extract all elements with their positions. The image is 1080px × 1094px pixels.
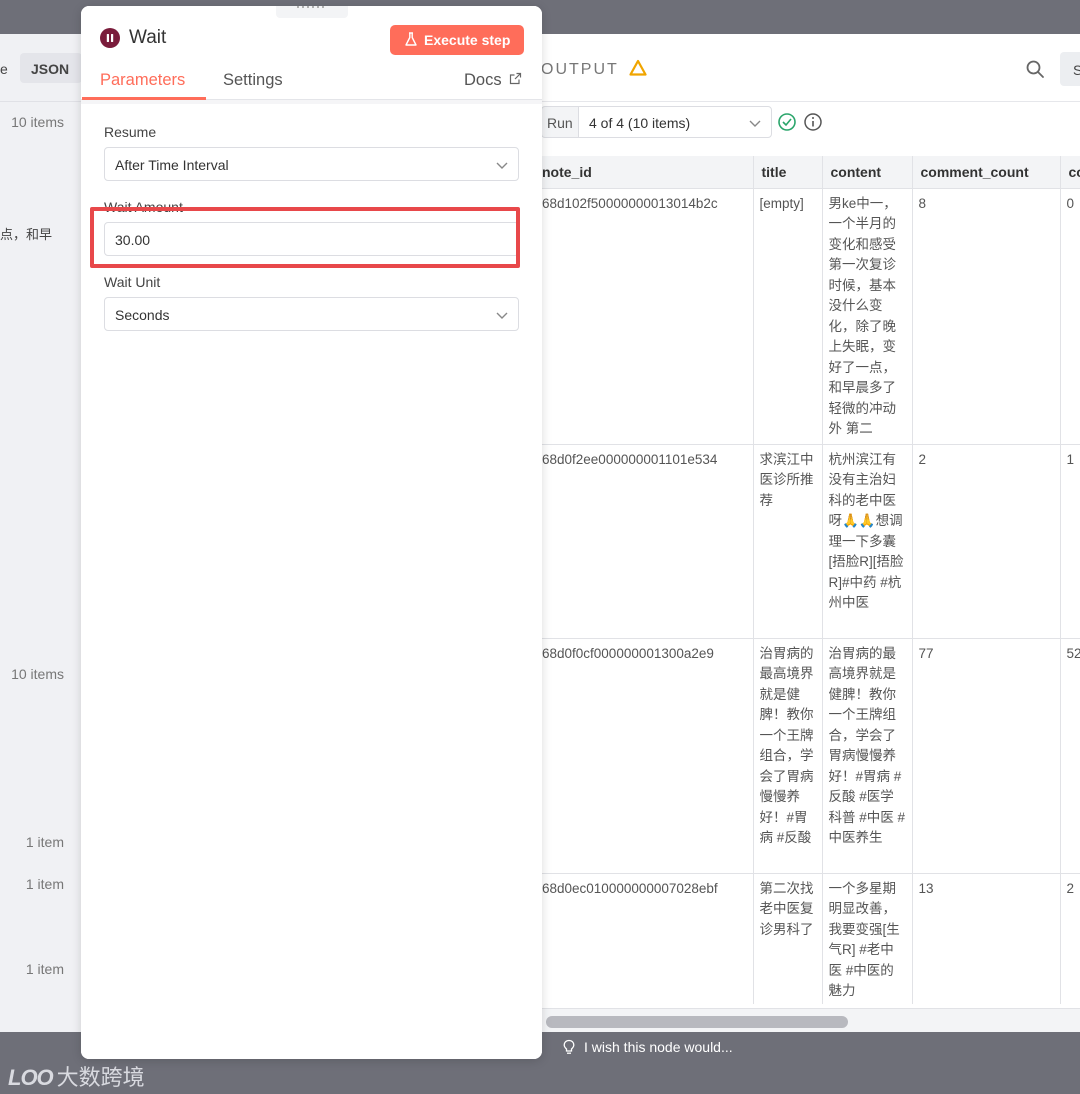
scrollbar-thumb[interactable]: [546, 1016, 848, 1028]
docs-link[interactable]: Docs: [464, 71, 502, 90]
highlight-box: [90, 207, 520, 268]
execute-step-button[interactable]: Execute step: [390, 25, 524, 55]
watermark-text: 大数跨境: [56, 1065, 145, 1090]
flask-icon: [405, 32, 417, 46]
item-count: 1 item: [25, 834, 64, 850]
input-text-snippet: 点，和早: [0, 227, 53, 242]
external-link-icon[interactable]: [509, 72, 522, 85]
item-count: 10 items: [11, 114, 64, 130]
watermark: LOO 大数跨境: [8, 1060, 145, 1092]
watermark-logo: LOO: [8, 1065, 54, 1090]
column-header[interactable]: content: [822, 156, 913, 189]
output-table-container[interactable]: note_id title content comment_count co 6…: [541, 156, 1080, 1004]
cell-note-id: 68d0ec010000000007028ebf: [541, 873, 754, 1004]
cell-note-id: 68d102f50000000013014b2c: [541, 188, 754, 445]
item-count: 10 items: [11, 666, 64, 682]
search-icon[interactable]: [1025, 59, 1045, 79]
run-label: Run: [541, 106, 578, 138]
success-check-icon: [778, 113, 796, 131]
cell-co: 52: [1060, 638, 1080, 874]
resume-value: After Time Interval: [115, 157, 229, 173]
cell-comment-count: 2: [912, 444, 1061, 639]
execute-step-label: Execute step: [424, 32, 511, 48]
column-header[interactable]: title: [753, 156, 823, 189]
node-settings-panel: Wait Execute step Parameters Settings Do…: [81, 6, 542, 1059]
table-header-row: note_id title content comment_count co: [541, 156, 1080, 189]
pause-icon: [100, 28, 120, 48]
warning-icon: [629, 59, 647, 76]
table-row: 68d0ec010000000007028ebf 第二次找老中医复诊男科了 一个…: [541, 873, 1080, 1004]
cell-content: 男ke中一，一个半月的变化和感受 第一次复诊时候，基本没什么变化，除了晚上失眠，…: [822, 188, 913, 445]
input-panel-header: e JSON: [0, 34, 82, 102]
output-panel: OUTPUT S Run 4 of 4 (10 items) note_id t…: [541, 34, 1080, 1032]
tab-parameters[interactable]: Parameters: [100, 71, 185, 90]
cell-content: 一个多星期明显改善，我要变强[生气R] #老中医 #中医的魅力: [822, 873, 913, 1004]
chevron-down-icon: [496, 162, 508, 169]
node-title[interactable]: Wait: [129, 27, 166, 49]
item-count: 1 item: [25, 876, 64, 892]
run-select[interactable]: 4 of 4 (10 items): [578, 106, 772, 138]
table-row: 68d0f2ee000000001101e534 求滨江中医诊所推荐 杭州滨江有…: [541, 444, 1080, 639]
output-header: OUTPUT S: [541, 34, 1080, 102]
cell-comment-count: 77: [912, 638, 1061, 874]
cell-co: 2: [1060, 873, 1080, 1004]
run-select-value: 4 of 4 (10 items): [589, 115, 691, 131]
feedback-prompt[interactable]: I wish this node would...: [562, 1039, 733, 1055]
output-side-button[interactable]: S: [1060, 52, 1080, 86]
feedback-text: I wish this node would...: [584, 1039, 733, 1055]
chevron-down-icon: [496, 312, 508, 319]
column-header[interactable]: note_id: [541, 156, 754, 189]
input-view-tab-partial[interactable]: e: [0, 61, 8, 77]
cell-title: 求滨江中医诊所推荐: [753, 444, 823, 639]
wait-unit-label: Wait Unit: [104, 274, 161, 290]
resume-select[interactable]: After Time Interval: [104, 147, 519, 181]
cell-note-id: 68d0f0cf000000001300a2e9: [541, 638, 754, 874]
cell-content: 杭州滨江有没有主治妇科的老中医呀🙏🙏想调理一下多囊[捂脸R][捂脸R]#中药 #…: [822, 444, 913, 639]
table-row: 68d102f50000000013014b2c [empty] 男ke中一，一…: [541, 188, 1080, 445]
column-header[interactable]: comment_count: [912, 156, 1061, 189]
json-view-tab[interactable]: JSON: [20, 53, 82, 83]
drag-dots-icon: [297, 6, 324, 8]
cell-title: [empty]: [753, 188, 823, 445]
input-panel: e JSON 10 items 点，和早 10 items 1 item 1 i…: [0, 34, 82, 1032]
info-icon[interactable]: [803, 112, 823, 132]
chevron-down-icon: [749, 120, 761, 127]
cell-co: 0: [1060, 188, 1080, 445]
horizontal-scrollbar[interactable]: [541, 1008, 1080, 1032]
node-header: Wait Execute step Parameters Settings Do…: [81, 6, 542, 100]
cell-note-id: 68d0f2ee000000001101e534: [541, 444, 754, 639]
cell-title: 治胃病的最高境界就是健脾！教你一个王牌组合，学会了胃病慢慢养好！#胃病 #反酸: [753, 638, 823, 874]
cell-co: 1: [1060, 444, 1080, 639]
column-header[interactable]: co: [1060, 156, 1080, 189]
table-row: 68d0f0cf000000001300a2e9 治胃病的最高境界就是健脾！教你…: [541, 638, 1080, 874]
item-count: 1 item: [25, 961, 64, 977]
tab-settings[interactable]: Settings: [223, 71, 283, 90]
output-table: note_id title content comment_count co 6…: [541, 156, 1080, 1004]
cell-comment-count: 8: [912, 188, 1061, 445]
wait-unit-value: Seconds: [115, 307, 170, 323]
cell-content: 治胃病的最高境界就是健脾！教你一个王牌组合，学会了胃病慢慢养好！#胃病 #反酸 …: [822, 638, 913, 874]
lightbulb-icon: [563, 1039, 575, 1054]
output-title: OUTPUT: [541, 61, 619, 78]
wait-unit-select[interactable]: Seconds: [104, 297, 519, 331]
drag-handle[interactable]: [276, 6, 348, 18]
cell-comment-count: 13: [912, 873, 1061, 1004]
resume-label: Resume: [104, 124, 157, 140]
body-top-shade: [81, 100, 542, 104]
cell-title: 第二次找老中医复诊男科了: [753, 873, 823, 1004]
